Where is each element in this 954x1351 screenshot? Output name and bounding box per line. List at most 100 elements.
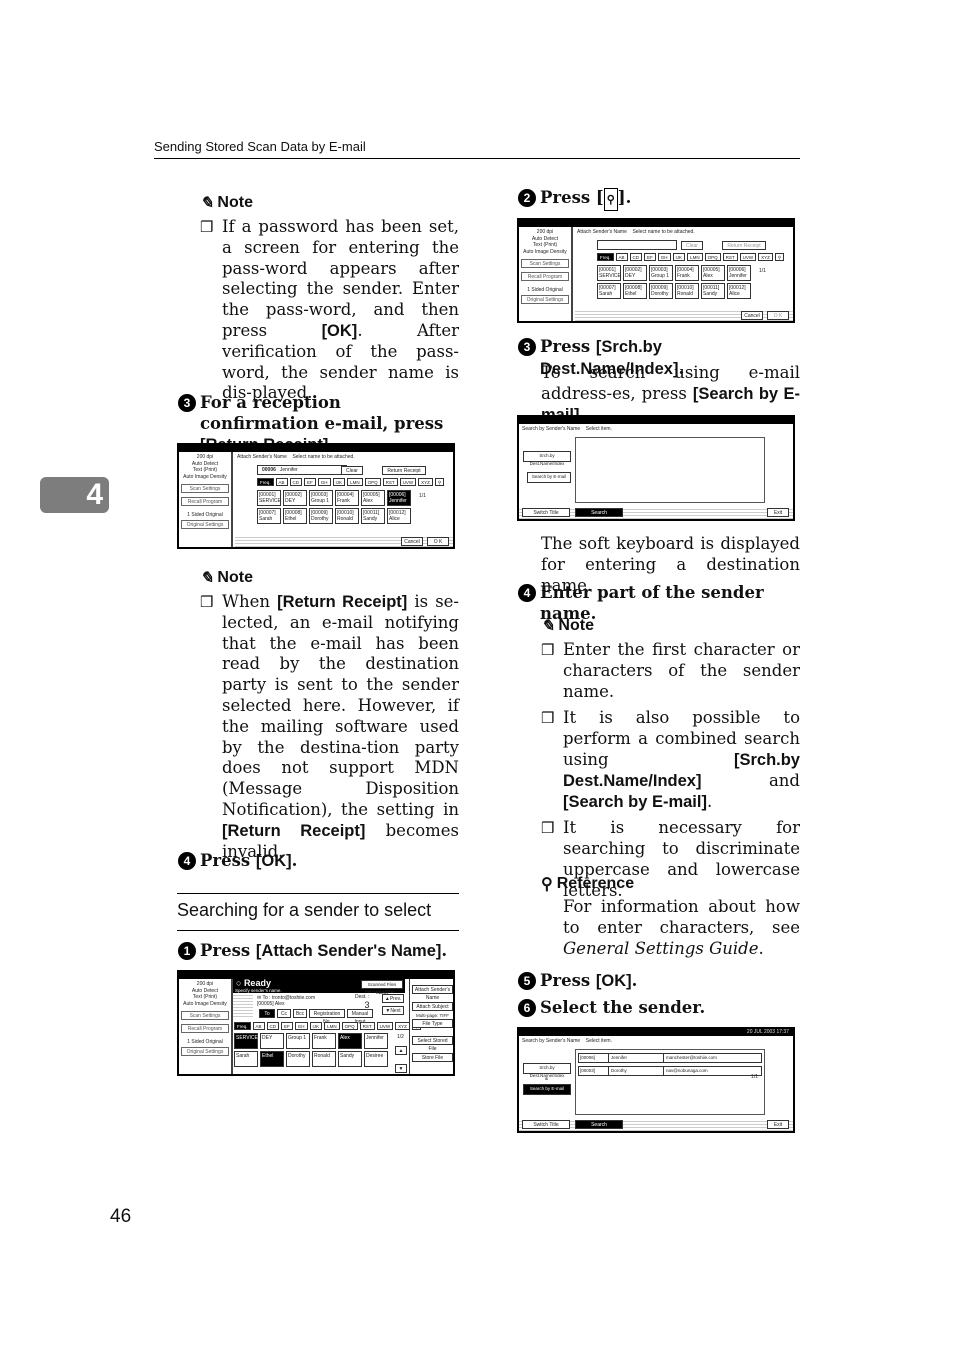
scan-settings-button[interactable]: Scan Settings — [181, 484, 229, 493]
result-row[interactable]: [00003] Dorothy nav@nobunaga.com — [578, 1066, 762, 1076]
tab-xyz[interactable]: XYZ — [395, 1022, 410, 1030]
tab-lmn[interactable]: LMN — [324, 1022, 340, 1030]
sender-cell[interactable]: [00004] Frank — [335, 490, 359, 506]
ok-button[interactable]: O K — [767, 311, 789, 320]
sender-cell[interactable]: [00001] SERVICE — [257, 490, 281, 506]
scroll-up-button[interactable]: ▲ — [395, 1046, 407, 1055]
exit-button[interactable]: Exit — [767, 1120, 789, 1129]
destination-cell[interactable]: Group 1 — [286, 1033, 310, 1049]
search-key-icon[interactable]: ⚲ — [434, 478, 445, 486]
result-row[interactable]: [00006] Jennifer manchester@toshiie.com — [578, 1053, 762, 1063]
original-settings-button[interactable]: Original Settings — [521, 294, 569, 304]
manual-input-button[interactable]: Manual Input — [347, 1009, 373, 1025]
sender-cell[interactable]: [00006] Jennifer — [727, 265, 751, 281]
search-key-icon[interactable]: ⚲ — [774, 253, 785, 261]
to-button[interactable]: To — [259, 1009, 275, 1018]
store-file-button[interactable]: Store File — [412, 1053, 453, 1062]
return-receipt-button[interactable]: Return Receipt — [722, 241, 766, 250]
ok-button[interactable]: O K — [427, 537, 449, 546]
sender-cell[interactable]: [00010] Ronald — [675, 283, 699, 299]
destination-cell[interactable]: Frank — [312, 1033, 336, 1049]
cancel-button[interactable]: Cancel — [401, 537, 423, 546]
tab-ijk[interactable]: IJK — [332, 478, 346, 486]
tab-freq[interactable]: Freq. — [234, 1022, 251, 1030]
sender-cell[interactable]: [00011] Sandy — [701, 283, 725, 299]
prev-button[interactable]: ▲Prev. — [382, 994, 404, 1003]
tab-uvw[interactable]: UVW — [399, 478, 417, 486]
tab-opq[interactable]: OPQ — [364, 478, 381, 486]
destination-cell[interactable]: Sandy — [338, 1051, 362, 1067]
search-button[interactable]: Search — [575, 1120, 623, 1129]
sender-cell[interactable]: [00004] Frank — [675, 265, 699, 281]
destination-cell-selected[interactable]: Alex — [338, 1033, 362, 1049]
exit-button[interactable]: Exit — [767, 508, 789, 517]
sender-cell[interactable]: [00010] Ronald — [335, 508, 359, 524]
sender-cell[interactable]: [00005] Alex — [361, 490, 385, 506]
srch-by-dest-name-index-button[interactable]: Srch.by Dest.Name/Index — [523, 451, 571, 466]
tab-ef[interactable]: EF — [644, 253, 656, 261]
tab-cd[interactable]: CD — [266, 1022, 280, 1030]
destination-cell[interactable]: DEY — [260, 1033, 284, 1049]
recall-program-button[interactable]: Recall Program — [181, 497, 229, 506]
tab-opq[interactable]: OPQ — [341, 1022, 358, 1030]
tab-ef[interactable]: EF — [281, 1022, 293, 1030]
tab-uvw[interactable]: UVW — [376, 1022, 394, 1030]
cancel-button[interactable]: Cancel — [741, 311, 763, 320]
destination-cell[interactable]: Ronald — [312, 1051, 336, 1067]
sender-cell[interactable]: [00012] Alice — [387, 508, 411, 524]
scan-settings-button[interactable]: Scan Settings — [181, 1011, 229, 1020]
search-by-email-button[interactable]: Search by E-mail — [523, 1084, 571, 1095]
next-button[interactable]: ▼Next — [382, 1006, 404, 1015]
tab-cd[interactable]: CD — [629, 253, 643, 261]
tab-gh[interactable]: GH — [294, 1022, 308, 1030]
tab-gh[interactable]: GH — [317, 478, 331, 486]
sender-cell[interactable]: [00007] Sarah — [597, 283, 621, 299]
scan-settings-button[interactable]: Scan Settings — [521, 259, 569, 268]
tab-ab[interactable]: AB — [615, 253, 628, 261]
sender-cell[interactable]: [00012] Alice — [727, 283, 751, 299]
selected-sender-field[interactable]: 00006 Jennifer — [257, 465, 347, 475]
tab-lmn[interactable]: LMN — [347, 478, 363, 486]
sender-cell[interactable]: [00003] Group 1 — [309, 490, 333, 506]
selected-sender-field[interactable] — [597, 240, 677, 250]
destination-cell[interactable]: Desiree — [364, 1051, 388, 1067]
tab-ab[interactable]: AB — [275, 478, 288, 486]
tab-rst[interactable]: RST — [359, 1022, 375, 1030]
destination-cell-selected[interactable]: SERVICE — [234, 1033, 258, 1049]
destination-cell[interactable]: Dorothy — [286, 1051, 310, 1067]
select-stored-file-button[interactable]: Select Stored File — [412, 1036, 453, 1052]
scanned-files-status-button[interactable]: Scanned Files Status — [361, 980, 403, 995]
scroll-down-button[interactable]: ▼ — [395, 1064, 407, 1073]
tab-uvw[interactable]: UVW — [739, 253, 757, 261]
original-settings-button[interactable]: Original Settings — [181, 519, 229, 529]
tab-ijk[interactable]: IJK — [672, 253, 686, 261]
sender-cell[interactable]: [00009] Dorothy — [649, 283, 673, 299]
tab-ab[interactable]: AB — [252, 1022, 265, 1030]
switch-title-button[interactable]: Switch Title — [522, 1120, 570, 1129]
tab-rst[interactable]: RST — [382, 478, 398, 486]
tab-cd[interactable]: CD — [289, 478, 303, 486]
tab-rst[interactable]: RST — [722, 253, 738, 261]
recall-program-button[interactable]: Recall Program — [521, 272, 569, 281]
sender-cell[interactable]: [00008] Ethel — [623, 283, 647, 299]
tab-freq[interactable]: Freq. — [257, 478, 274, 486]
switch-title-button[interactable]: Switch Title — [522, 508, 570, 517]
sender-cell[interactable]: [00003] Group 1 — [649, 265, 673, 281]
sender-cell[interactable]: [00008] Ethel — [283, 508, 307, 524]
registration-no-button[interactable]: Registration No. — [309, 1009, 345, 1025]
clear-button[interactable]: Clear — [681, 241, 703, 250]
tab-lmn[interactable]: LMN — [687, 253, 703, 261]
destination-cell[interactable]: Jennifer — [364, 1033, 388, 1049]
bcc-button[interactable]: Bcc — [293, 1009, 307, 1018]
tab-gh[interactable]: GH — [657, 253, 671, 261]
search-by-email-button[interactable]: Search by E-mail — [527, 472, 571, 483]
srch-by-dest-name-index-button[interactable]: Srch.by Dest.Name/Index — [523, 1063, 571, 1078]
attach-subject-button[interactable]: Attach Subject — [412, 1002, 453, 1011]
return-receipt-button[interactable]: Return Receipt — [382, 466, 426, 475]
tab-ef[interactable]: EF — [304, 478, 316, 486]
tab-opq[interactable]: OPQ — [704, 253, 721, 261]
sender-cell[interactable]: [00002] DEY — [623, 265, 647, 281]
tab-xyz[interactable]: XYZ — [418, 478, 433, 486]
sender-cell[interactable]: [00001] SERVICE — [597, 265, 621, 281]
tab-ijk[interactable]: IJK — [309, 1022, 323, 1030]
